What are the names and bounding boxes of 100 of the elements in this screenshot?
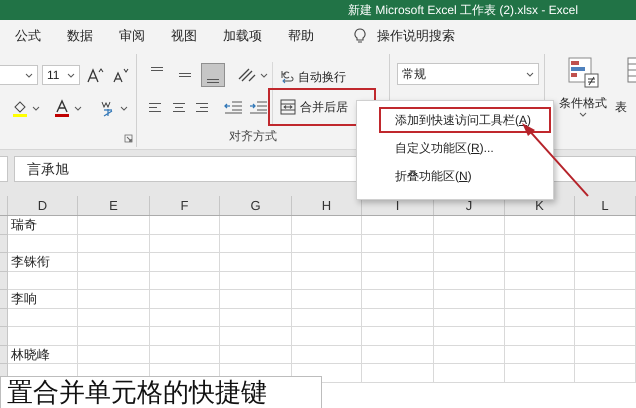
table-cell: [150, 272, 220, 290]
table-cell: [292, 234, 362, 253]
align-icon: [172, 102, 185, 112]
wrap-text-button[interactable]: 自动换行: [280, 65, 376, 89]
font-color-icon[interactable]: [54, 99, 70, 117]
table-cell: [8, 327, 78, 346]
caret-icon[interactable]: [25, 72, 33, 78]
table-cell: [362, 253, 434, 272]
table-cell: [505, 308, 575, 327]
column-header[interactable]: E: [78, 196, 150, 215]
table-cell: [434, 234, 505, 253]
align-icon: [207, 79, 219, 83]
table-cell: [78, 216, 150, 234]
table-cell: [362, 346, 434, 364]
font-name-field[interactable]: [0, 65, 38, 85]
table-cell: [505, 216, 575, 234]
column-header[interactable]: L: [575, 196, 636, 215]
table-cell: [505, 346, 575, 364]
table-cell: [434, 253, 505, 272]
dialog-launcher-icon[interactable]: [124, 134, 133, 143]
table-cell: [150, 327, 220, 346]
text-orientation-icon[interactable]: [237, 67, 257, 83]
align-icon: [179, 73, 191, 77]
table-cell: [78, 290, 150, 308]
table-cell: [292, 308, 362, 327]
table-cell: [434, 290, 505, 308]
table-cell: [575, 216, 636, 234]
table-cell: [362, 308, 434, 327]
lightbulb-icon: [354, 28, 366, 44]
caret-icon[interactable]: [67, 72, 75, 78]
window-title: 新建 Microsoft Excel 工作表 (2).xlsx - Excel: [348, 3, 578, 17]
increase-font-icon[interactable]: [87, 67, 104, 83]
table-cell: [220, 234, 292, 253]
column-header[interactable]: F: [150, 196, 220, 215]
vertical-align-button[interactable]: [201, 63, 225, 87]
fill-color-icon[interactable]: [12, 99, 28, 117]
table-cell: [78, 327, 150, 346]
ribbon-tab[interactable]: 审阅: [119, 26, 145, 46]
menu-item[interactable]: 添加到快速访问工具栏(A): [379, 107, 551, 133]
caret-icon[interactable]: [579, 112, 587, 117]
table-cell: [150, 234, 220, 253]
table-cell: [292, 327, 362, 346]
table-cell: [362, 364, 434, 382]
column-header[interactable]: D: [8, 196, 78, 215]
caret-icon[interactable]: [32, 106, 40, 110]
table-cell: [362, 234, 434, 253]
table-cell: [78, 308, 150, 327]
table-cell: [150, 308, 220, 327]
table-cell: [434, 327, 505, 346]
table-cell: [220, 253, 292, 272]
caret-icon[interactable]: [526, 72, 534, 76]
table-cell: 瑞奇: [8, 216, 78, 234]
table-cell: [505, 234, 575, 253]
table-cell: [434, 364, 505, 382]
table-cell: [434, 308, 505, 327]
table-cell: [78, 272, 150, 290]
caret-icon[interactable]: [120, 106, 128, 110]
ribbon-tab[interactable]: 数据: [67, 26, 93, 46]
table-cell: [292, 253, 362, 272]
table-cell: [434, 216, 505, 234]
align-icon: [148, 102, 161, 112]
table-cell: [220, 290, 292, 308]
table-cell: 李铢衔: [8, 253, 78, 272]
decrease-font-icon[interactable]: [112, 67, 129, 83]
ribbon-tab[interactable]: 视图: [171, 26, 197, 46]
column-header[interactable]: G: [220, 196, 292, 215]
table-cell: [505, 290, 575, 308]
table-cell: [575, 234, 636, 253]
tell-me-search[interactable]: 操作说明搜索: [354, 26, 455, 46]
ribbon-tab[interactable]: 帮助: [288, 26, 314, 46]
align-icon: [196, 102, 208, 112]
table-cell: [362, 272, 434, 290]
table-cell: [575, 290, 636, 308]
table-cell: [575, 272, 636, 290]
ribbon-tab[interactable]: 加载项: [223, 26, 262, 46]
table-cell: [362, 216, 434, 234]
align-icon: [151, 67, 163, 71]
group-label: 对齐方式: [229, 128, 277, 145]
caret-icon[interactable]: [74, 106, 82, 110]
table-cell: [78, 234, 150, 253]
ribbon-tab[interactable]: 公式: [15, 26, 41, 46]
table-cell: [292, 346, 362, 364]
caret-icon[interactable]: [260, 72, 268, 78]
conditional-formatting-button[interactable]: 条件格式: [557, 56, 609, 117]
indent-icon: [222, 99, 243, 115]
table-cell: [220, 327, 292, 346]
table-cell: [505, 253, 575, 272]
table-cell: [220, 308, 292, 327]
table-cell: [575, 308, 636, 327]
table-cell: [575, 253, 636, 272]
table-cell: [505, 272, 575, 290]
font-size-field[interactable]: 11: [42, 65, 80, 85]
table-cell: [8, 308, 78, 327]
table-cell: 林晓峰: [8, 346, 78, 364]
table-cell: [434, 346, 505, 364]
table-cell: [150, 253, 220, 272]
format-as-table-button[interactable]: 表: [615, 56, 636, 114]
table-cell: [8, 234, 78, 253]
conditional-formatting-icon: [567, 56, 599, 88]
number-format-field[interactable]: 常规: [397, 63, 539, 85]
